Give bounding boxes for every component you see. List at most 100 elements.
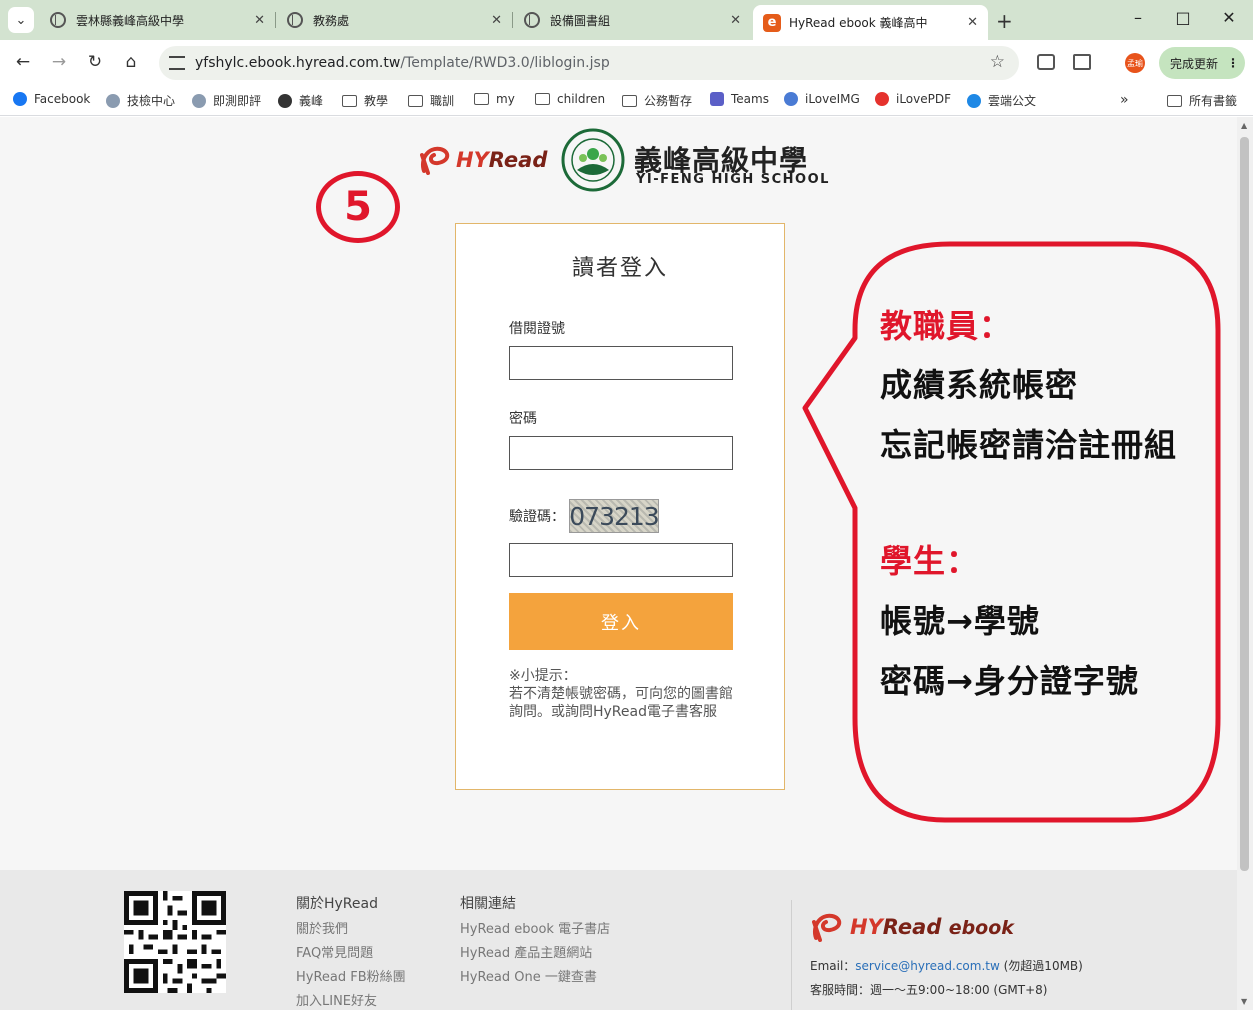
folder-icon — [408, 94, 423, 107]
cast-icon[interactable] — [1037, 54, 1055, 70]
cloud-doc-icon — [967, 93, 981, 108]
arrow-right-icon: → — [51, 52, 67, 72]
bookmark-label: 所有書籤 — [1189, 94, 1238, 108]
reload-button[interactable]: ↻ — [85, 52, 105, 72]
address-bar[interactable]: yfshylc.ebook.hyread.com.tw/Template/RWD… — [159, 46, 1019, 80]
reload-icon: ↻ — [87, 52, 103, 72]
login-button[interactable]: 登入 — [509, 593, 733, 650]
scrollbar-thumb[interactable] — [1240, 137, 1249, 871]
close-icon[interactable]: ✕ — [730, 13, 741, 28]
tab-strip: ⌄ 雲林縣義峰高級中學 ✕ 教務處 ✕ 設備圖書組 ✕ e HyRead ebo… — [0, 0, 1253, 40]
tab-label: 教務處 — [313, 13, 350, 28]
bookmark-folder-official[interactable]: 公務暫存 — [622, 92, 692, 109]
update-button[interactable]: 完成更新 ⋮ — [1159, 47, 1245, 79]
footer-link-fb[interactable]: HyRead FB粉絲團 — [296, 966, 406, 985]
bookmark-facebook[interactable]: Facebook — [13, 92, 90, 106]
close-icon[interactable]: ✕ — [967, 15, 978, 30]
step-number-badge: 5 — [316, 171, 400, 243]
login-panel: 讀者登入 借閱證號 密碼 驗證碼： 073213 登入 ※小提示： 若不清楚帳號… — [455, 223, 785, 790]
tab-label: 設備圖書組 — [550, 13, 611, 28]
heart-icon — [784, 92, 798, 106]
bookmark-star-icon[interactable]: ☆ — [990, 52, 1005, 72]
bookmark-folder-teaching[interactable]: 教學 — [342, 92, 388, 109]
bookmark-label: 職訓 — [430, 94, 455, 108]
footer-divider — [791, 900, 792, 1010]
bookmark-label: 公務暫存 — [644, 94, 693, 108]
bookmark-skills-center[interactable]: 技檢中心 — [106, 92, 175, 109]
footer-link-product-site[interactable]: HyRead 產品主題網站 — [460, 942, 592, 961]
hyread-e-icon: e — [763, 13, 781, 32]
tab-library-section[interactable]: 設備圖書組 ✕ — [514, 6, 751, 34]
close-window-button[interactable]: ✕ — [1219, 8, 1239, 27]
bookmark-ilovepdf[interactable]: iLovePDF — [875, 92, 951, 106]
bookmarks-bar: Facebook 技檢中心 即測即評 義峰 教學 職訓 my children … — [0, 86, 1253, 116]
close-icon[interactable]: ✕ — [254, 13, 265, 28]
footer-about-heading: 關於HyRead — [296, 896, 378, 912]
tab-hyread-active[interactable]: e HyRead ebook 義峰高中 ✕ — [753, 5, 988, 40]
bookmark-label: 即測即評 — [213, 94, 262, 108]
footer-link-faq[interactable]: FAQ常見問題 — [296, 942, 373, 961]
footer-link-line[interactable]: 加入LINE好友 — [296, 990, 377, 1009]
all-bookmarks-folder[interactable]: 所有書籤 — [1167, 92, 1237, 109]
url-path: /Template/RWD3.0/liblogin.jsp — [400, 55, 610, 71]
footer-link-about-us[interactable]: 關於我們 — [296, 918, 348, 937]
footer-email-line: Email：service@hyread.com.tw (勿超過10MB) — [810, 957, 1083, 974]
bookmark-teams[interactable]: Teams — [710, 92, 769, 106]
back-button[interactable]: ← — [13, 52, 33, 72]
captcha-label: 驗證碼： — [509, 509, 565, 525]
new-tab-button[interactable]: + — [996, 9, 1013, 33]
bookmarks-overflow-button[interactable]: » — [1120, 92, 1129, 108]
tip-title: ※小提示： — [509, 668, 577, 684]
bookmark-yifeng[interactable]: 義峰 — [278, 92, 323, 109]
qr-code-image[interactable] — [124, 891, 226, 993]
tab-academic-affairs[interactable]: 教務處 ✕ — [277, 6, 513, 34]
extensions-icon[interactable] — [1073, 54, 1091, 70]
bookmark-folder-training[interactable]: 職訓 — [408, 92, 454, 109]
vertical-scrollbar[interactable]: ▲ ▼ — [1237, 117, 1253, 1010]
folder-icon — [622, 94, 637, 107]
bookmark-folder-my[interactable]: my — [474, 92, 515, 106]
url-text[interactable]: yfshylc.ebook.hyread.com.tw/Template/RWD… — [195, 55, 610, 71]
globe-icon — [50, 12, 66, 28]
bookmark-label: 技檢中心 — [127, 94, 176, 108]
staff-line-1: 成績系統帳密 — [880, 366, 1079, 404]
close-icon[interactable]: ✕ — [491, 13, 502, 28]
footer-link-hyread-one[interactable]: HyRead One 一鍵查書 — [460, 966, 597, 985]
password-input[interactable] — [509, 436, 733, 470]
student-heading: 學生： — [880, 542, 980, 580]
minimize-button[interactable]: – — [1128, 8, 1148, 27]
tab-search-button[interactable]: ⌄ — [8, 7, 34, 33]
bookmark-iloveimg[interactable]: iLoveIMG — [784, 92, 860, 106]
arrow-left-icon: ← — [15, 52, 31, 72]
tab-label: 雲林縣義峰高級中學 — [76, 13, 185, 28]
tab-school[interactable]: 雲林縣義峰高級中學 ✕ — [40, 6, 276, 34]
logo-hy: HY — [456, 148, 489, 172]
footer-related-heading: 相關連結 — [460, 896, 516, 912]
captcha-input[interactable] — [509, 543, 733, 577]
email-link[interactable]: service@hyread.com.tw — [855, 959, 1000, 973]
maximize-button[interactable]: □ — [1173, 8, 1193, 27]
card-number-input[interactable] — [509, 346, 733, 380]
callout-bubble — [802, 241, 1221, 823]
profile-avatar[interactable]: 孟瑜 — [1125, 53, 1145, 73]
scroll-up-icon[interactable]: ▲ — [1241, 121, 1247, 130]
scroll-down-icon[interactable]: ▼ — [1241, 997, 1247, 1006]
footer-link-ebook-store[interactable]: HyRead ebook 電子書店 — [460, 918, 610, 937]
folder-icon — [474, 93, 489, 105]
forward-button[interactable]: → — [49, 52, 69, 72]
globe-icon — [278, 93, 292, 108]
school-seal-icon — [561, 128, 625, 192]
site-info-icon[interactable] — [169, 56, 185, 70]
bookmark-label: 雲端公文 — [988, 94, 1037, 108]
bookmark-folder-children[interactable]: children — [535, 92, 605, 106]
facebook-icon — [13, 92, 27, 106]
captcha-image[interactable]: 073213 — [569, 499, 660, 533]
bookmark-cloud-doc[interactable]: 雲端公文 — [967, 92, 1036, 109]
site-icon — [106, 93, 120, 108]
staff-heading: 教職員： — [880, 307, 1013, 345]
bookmark-label: Teams — [731, 92, 769, 106]
update-label: 完成更新 — [1170, 56, 1219, 71]
bookmark-test[interactable]: 即測即評 — [192, 92, 261, 109]
logo-read: Read — [488, 148, 548, 172]
home-button[interactable]: ⌂ — [121, 52, 141, 72]
